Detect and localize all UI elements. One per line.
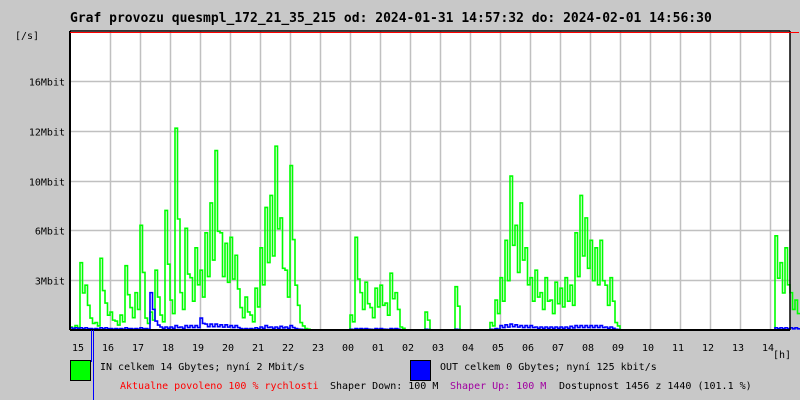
x-tick-label: 08 — [582, 343, 594, 354]
x-tick-label: 19 — [192, 343, 204, 354]
allowed-speed-text: Aktualne povoleno 100 % rychlosti — [120, 381, 319, 392]
x-tick-label: 07 — [552, 343, 564, 354]
x-tick-label: 05 — [492, 343, 504, 354]
x-axis-unit-label: [h] — [773, 350, 792, 361]
x-tick-label: 02 — [402, 343, 414, 354]
legend-out-text: OUT celkem 0 Gbytes; nyní 125 kbit/s — [440, 362, 657, 373]
x-tick-label: 18 — [162, 343, 174, 354]
x-tick-label: 11 — [672, 343, 684, 354]
x-tick-label: 00 — [342, 343, 354, 354]
x-tick-label: 01 — [372, 343, 384, 354]
shaper-up-text: Shaper Up: 100 M — [450, 381, 547, 392]
y-tick-label: 6Mbit — [35, 227, 65, 238]
y-tick-label: 10Mbit — [29, 178, 65, 189]
x-tick-label: 04 — [462, 343, 474, 354]
x-tick-label: 10 — [642, 343, 654, 354]
x-tick-label: 06 — [522, 343, 534, 354]
x-tick-label: 23 — [312, 343, 324, 354]
y-tick-label: 16Mbit — [29, 78, 65, 89]
shaper-down-text: Shaper Down: 100 M — [330, 381, 439, 392]
availability-text: Dostupnost 1456 z 1440 (101.1 %) — [559, 381, 752, 392]
x-tick-label: 20 — [222, 343, 234, 354]
traffic-chart: 3Mbit 6Mbit 10Mbit 12Mbit 16Mbit 15 16 17 18 19 20… — [29, 30, 800, 400]
x-tick-label: 15 — [72, 343, 84, 354]
x-tick-label: 12 — [702, 343, 714, 354]
x-tick-label: 17 — [132, 343, 144, 354]
legend-in-swatch — [70, 360, 91, 381]
x-tick-label: 16 — [102, 343, 114, 354]
x-tick-label: 22 — [282, 343, 294, 354]
x-tick-label: 21 — [252, 343, 264, 354]
y-axis-unit-label: [/s] — [15, 31, 40, 42]
legend-out-swatch — [410, 360, 431, 381]
y-tick-label: 3Mbit — [35, 277, 65, 288]
x-tick-label: 03 — [432, 343, 444, 354]
x-tick-label: 09 — [612, 343, 624, 354]
legend-in-text: IN celkem 14 Gbytes; nyní 2 Mbit/s — [100, 362, 305, 373]
y-tick-label: 12Mbit — [29, 128, 65, 139]
x-tick-label: 13 — [732, 343, 744, 354]
